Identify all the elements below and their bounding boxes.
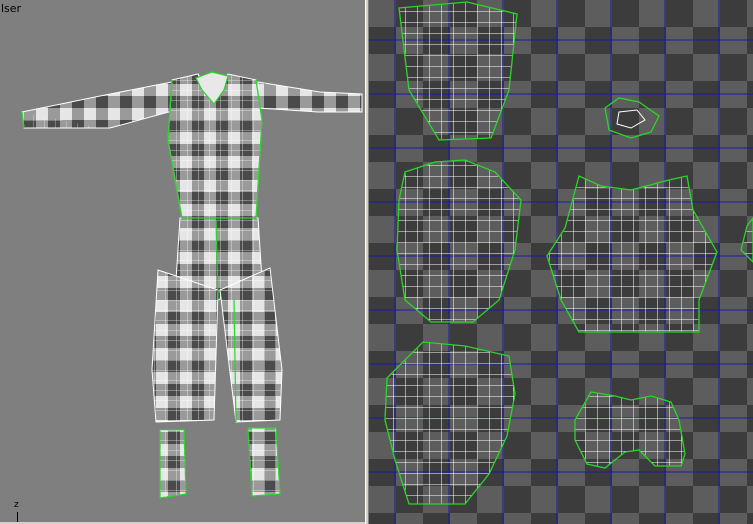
axis-z-label: z	[14, 500, 19, 510]
uv-island-pelvis	[574, 391, 686, 469]
perspective-viewport[interactable]: lser z	[0, 0, 366, 522]
uv-island-sleeve	[398, 1, 518, 141]
uv-editor-viewport[interactable]	[369, 0, 753, 524]
uv-island-edge	[740, 216, 753, 263]
character-model	[21, 71, 363, 499]
right-arm	[257, 81, 363, 113]
app-window: lser z	[0, 0, 753, 524]
uv-island-back	[396, 159, 522, 323]
uv-island-collar	[604, 97, 660, 139]
uv-island-front	[546, 175, 718, 333]
uv-layout	[369, 0, 753, 524]
axis-z-line	[17, 512, 18, 522]
uv-island-leg	[384, 341, 516, 505]
